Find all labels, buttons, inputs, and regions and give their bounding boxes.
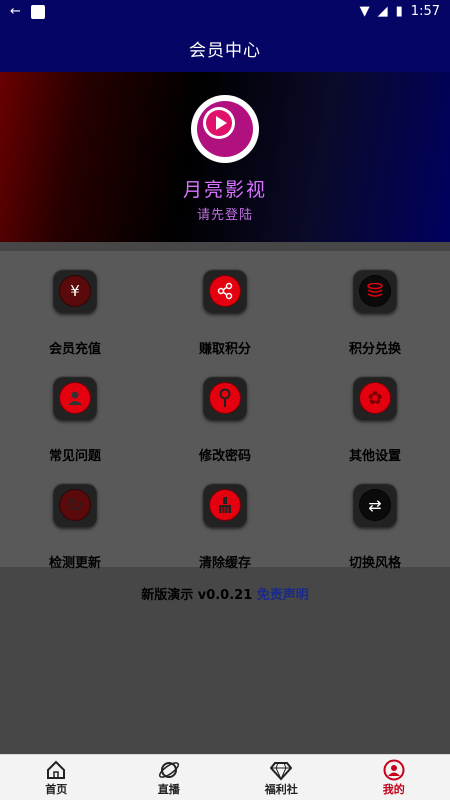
profile-banner: 月亮影视 请先登陆 (0, 72, 450, 242)
page-title: 会员中心 (189, 40, 261, 61)
grid-item-faq[interactable]: 常见问题 (15, 376, 135, 466)
yen-icon: ¥ (59, 275, 91, 307)
broom-icon (209, 489, 241, 521)
grid-item-label: 其他设置 (348, 449, 401, 464)
tab-home[interactable]: 首页 (0, 755, 113, 800)
app-logo-icon[interactable] (191, 95, 259, 163)
planet-icon (158, 762, 179, 778)
grid-item-label: 常见问题 (48, 449, 101, 464)
grid-item-earn-points[interactable]: 赚取积分 (165, 269, 285, 359)
grid-item-other-settings[interactable]: ✿ 其他设置 (315, 376, 435, 466)
bottom-tab-bar: 首页 直播 福利社 我的 (0, 754, 450, 800)
gear-icon: ✿ (359, 382, 391, 414)
coin-stack-icon (359, 275, 391, 307)
key-icon (209, 382, 241, 414)
version-text: 新版演示 v0.0.21 (141, 588, 253, 603)
signal-icon: ◢ (377, 4, 388, 19)
app-square-icon (30, 4, 45, 19)
grid-item-recharge[interactable]: ¥ 会员充值 (15, 269, 135, 359)
grid-item-label: 积分兑换 (348, 342, 401, 357)
swap-icon: ⇄ (359, 489, 391, 521)
version-line: 新版演示 v0.0.21 免责声明 (0, 584, 450, 603)
app-bar: 会员中心 (0, 24, 450, 72)
login-link[interactable]: 请先登陆 (0, 204, 450, 223)
grid-item-label: 会员充值 (48, 342, 101, 357)
disclaimer-link[interactable]: 免责声明 (257, 588, 309, 603)
person-icon (59, 382, 91, 414)
profile-icon (383, 759, 405, 781)
status-bar: ← ▼ ◢ ▮ 1:57 (0, 0, 450, 24)
grid-item-points-exchange[interactable]: 积分兑换 (315, 269, 435, 359)
grid-item-check-update[interactable]: ↻ 检测更新 (15, 483, 135, 573)
back-arrow-icon: ← (10, 4, 21, 19)
status-time: 1:57 (410, 4, 440, 19)
grid-item-change-password[interactable]: 修改密码 (165, 376, 285, 466)
share-icon (209, 275, 241, 307)
tab-live[interactable]: 直播 (113, 755, 226, 800)
grid-item-switch-style[interactable]: ⇄ 切换风格 (315, 483, 435, 573)
home-icon (47, 760, 66, 779)
refresh-icon: ↻ (59, 489, 91, 521)
grid-item-label: 修改密码 (198, 449, 251, 464)
tab-welfare[interactable]: 福利社 (225, 755, 338, 800)
grid-item-label: 清除缓存 (198, 556, 251, 571)
wifi-icon: ▼ (359, 4, 370, 19)
tab-mine[interactable]: 我的 (338, 755, 450, 800)
grid-item-label: 切换风格 (348, 556, 401, 571)
battery-icon: ▮ (395, 4, 403, 19)
grid-item-label: 赚取积分 (198, 342, 251, 357)
app-name: 月亮影视 (182, 179, 267, 201)
feature-grid: ¥ 会员充值 赚取积分 积分兑换 常见问题 修改密码 ✿ 其他设置 ↻ 检测更新… (0, 251, 450, 571)
diamond-icon (270, 762, 293, 781)
grid-item-label: 检测更新 (48, 556, 101, 571)
grid-item-clear-cache[interactable]: 清除缓存 (165, 483, 285, 573)
